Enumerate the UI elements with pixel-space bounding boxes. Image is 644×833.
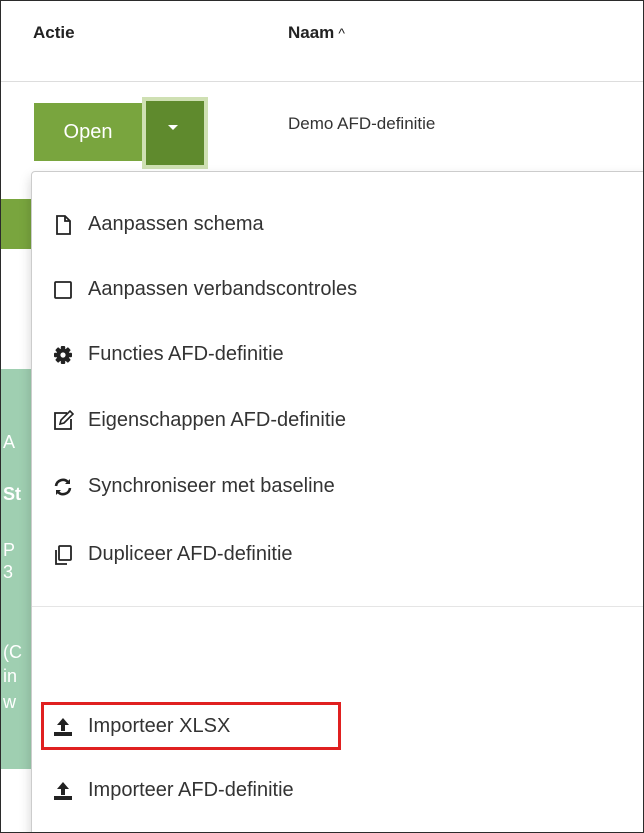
menu-item-label: Eigenschappen AFD-definitie bbox=[88, 409, 346, 431]
menu-item-aanpassen-schema[interactable]: Aanpassen schema bbox=[52, 204, 264, 244]
dropdown-toggle-inner bbox=[146, 101, 204, 165]
edit-icon bbox=[52, 409, 78, 432]
strip-text: w bbox=[3, 692, 16, 712]
menu-item-importeer-afd-definitie[interactable]: Importeer AFD-definitie bbox=[52, 770, 294, 810]
copy-icon bbox=[52, 544, 78, 566]
menu-item-label: Aanpassen verbandscontroles bbox=[88, 278, 358, 300]
strip-text: (C bbox=[3, 642, 22, 662]
gear-icon bbox=[52, 344, 78, 366]
app-frame: Actie Naam ^ Open Demo AFD-definitie A St… bbox=[0, 0, 644, 833]
strip-text: St bbox=[3, 484, 21, 504]
menu-item-eigenschappen-afd-definitie[interactable]: Eigenschappen AFD-definitie bbox=[52, 400, 346, 440]
square-icon bbox=[52, 279, 78, 301]
menu-item-aanpassen-verbandscontroles[interactable]: Aanpassen verbandscontroles bbox=[52, 269, 357, 309]
menu-item-label: Dupliceer AFD-definitie bbox=[88, 543, 293, 565]
caret-down-icon bbox=[168, 125, 178, 130]
menu-item-label: Aanpassen schema bbox=[88, 213, 264, 235]
dropdown-menu: Aanpassen schema Aanpassen verbandscontr… bbox=[31, 171, 643, 832]
menu-item-label: Importeer AFD-definitie bbox=[88, 779, 294, 801]
strip-text: A bbox=[3, 432, 16, 452]
upload-icon bbox=[52, 780, 78, 802]
open-button[interactable]: Open bbox=[34, 103, 142, 161]
menu-item-label: Synchroniseer met baseline bbox=[88, 475, 335, 497]
strip-text: P bbox=[3, 540, 16, 560]
sync-icon bbox=[52, 476, 78, 498]
file-icon bbox=[52, 214, 78, 236]
column-header-actie: Actie bbox=[33, 23, 75, 42]
strip-text: in bbox=[3, 666, 18, 686]
menu-item-functies-afd-definitie[interactable]: Functies AFD-definitie bbox=[52, 334, 284, 374]
column-header-naam[interactable]: Naam ^ bbox=[288, 23, 345, 43]
column-header-naam-label: Naam bbox=[288, 23, 335, 42]
strip-text: 3 bbox=[3, 562, 14, 582]
table-header: Actie Naam ^ bbox=[1, 1, 643, 82]
dropdown-toggle-button[interactable] bbox=[142, 97, 208, 169]
highlight-box bbox=[41, 702, 341, 750]
row-name: Demo AFD-definitie bbox=[288, 114, 436, 133]
menu-item-label: Functies AFD-definitie bbox=[88, 343, 284, 365]
menu-item-dupliceer-afd-definitie[interactable]: Dupliceer AFD-definitie bbox=[52, 534, 293, 574]
menu-item-synchroniseer-met-baseline[interactable]: Synchroniseer met baseline bbox=[52, 466, 335, 506]
sort-ascending-icon: ^ bbox=[338, 25, 345, 41]
menu-divider bbox=[32, 606, 643, 607]
